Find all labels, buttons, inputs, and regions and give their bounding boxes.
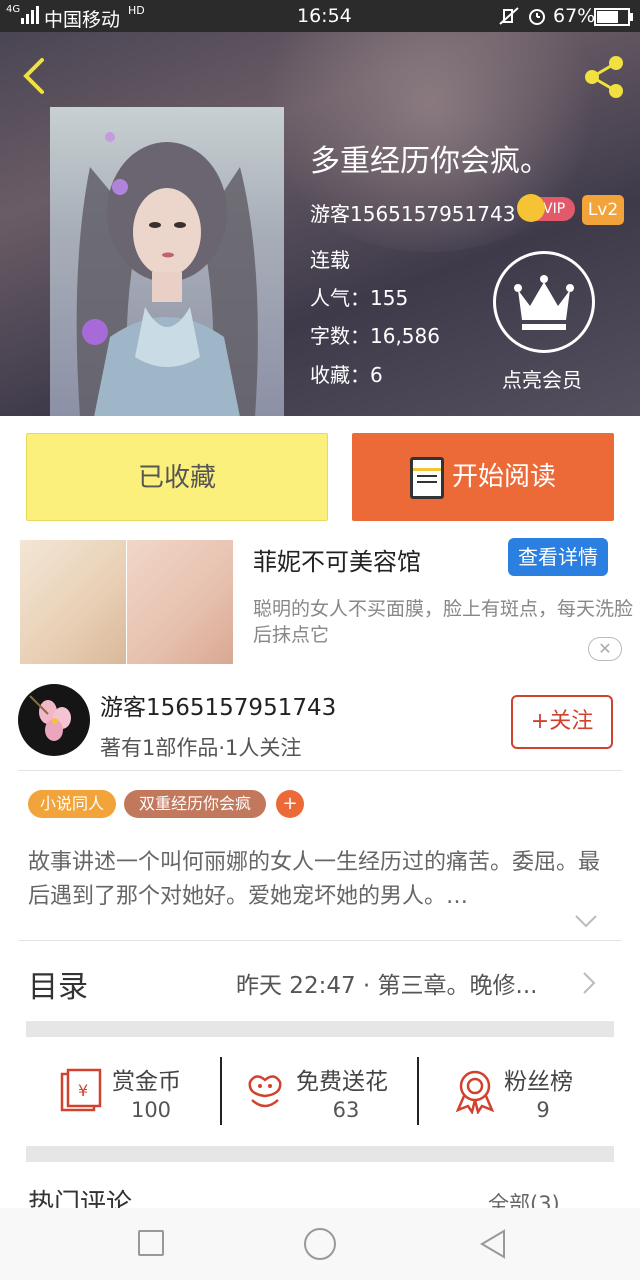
author-stats: 著有1部作品·1人关注 [100,736,302,760]
expand-chevron-icon[interactable] [572,912,600,930]
chevron-right-icon[interactable] [580,970,598,996]
section-separator [26,1146,614,1162]
vip-badge-label: VIP [543,201,566,217]
divider [18,770,622,771]
divider [18,940,622,941]
alarm-icon [527,6,547,31]
divider [417,1057,419,1125]
coin-reward-label[interactable]: 赏金币 [112,1062,181,1096]
tag-category[interactable]: 小说同人 [28,790,116,818]
section-separator [26,1021,614,1037]
home-icon[interactable] [304,1228,336,1260]
book-status: 连载 [310,248,350,272]
coin-reward-value: 100 [130,1098,172,1122]
signal-bars-icon [20,6,40,29]
ad-description[interactable]: 聪明的女人不买面膜，脸上有斑点，每天洗脸后抹点它 [253,596,633,648]
signal-icon: 4G [6,4,21,15]
flower-value: 63 [332,1098,360,1122]
toc-label[interactable]: 目录 [28,962,88,1006]
book-title: 多重经历你会疯。 [310,144,550,179]
avatar[interactable] [18,684,90,756]
fan-ranking-label[interactable]: 粉丝榜 [504,1062,573,1096]
follow-button[interactable]: +关注 [511,695,613,749]
fan-ranking-icon[interactable] [452,1068,498,1116]
add-tag-button[interactable]: + [276,790,304,818]
call-hd-icon: HD [128,4,145,17]
share-icon[interactable] [582,54,628,100]
author-name[interactable]: 游客1565157951743 [100,688,336,722]
fan-ranking-value: 9 [536,1098,550,1122]
start-reading-button[interactable]: 开始阅读 [352,433,614,521]
ad-image-right[interactable] [127,540,233,664]
member-label[interactable]: 点亮会员 [502,364,582,393]
system-nav-bar [0,1208,640,1280]
status-bar: 4G 中国移动 HD 16:54 67% [0,0,640,32]
vip-badge: VIP [517,194,575,222]
book-popularity: 人气：155 [310,286,409,310]
book-word-count: 字数：16,586 [310,324,440,348]
book-author[interactable]: 游客1565157951743 [310,198,515,227]
back-icon[interactable] [18,56,54,96]
mute-icon [498,6,520,31]
book-synopsis[interactable]: 故事讲述一个叫何丽娜的女人一生经历过的痛苦。委屈。最后遇到了那个对她好。爱她宠坏… [28,846,614,914]
book-cover[interactable] [50,107,284,416]
ad-close-button[interactable]: ✕ [588,637,622,661]
svg-text:¥: ¥ [78,1081,88,1100]
coin-reward-icon[interactable]: ¥ [58,1068,104,1114]
tag-book[interactable]: 双重经历你会疯 [124,790,266,818]
flower-icon[interactable] [242,1068,288,1114]
carrier-name: 中国移动 [44,9,121,31]
book-header: 多重经历你会疯。 游客1565157951743 VIP Lv2 连载 人气：1… [0,32,640,416]
toc-latest-chapter[interactable]: 昨天 22:47 · 第三章。晚修... [236,966,537,1000]
back-nav-icon[interactable] [478,1228,508,1260]
divider [220,1057,222,1125]
book-favorites: 收藏：6 [310,363,383,387]
start-reading-label: 开始阅读 [452,462,557,492]
clock: 16:54 [297,5,352,27]
crown-icon [514,275,574,330]
crown-icon [517,194,545,222]
ad-details-button[interactable]: 查看详情 [508,538,608,576]
member-button[interactable] [493,251,595,353]
flower-label[interactable]: 免费送花 [296,1062,388,1096]
recent-apps-icon[interactable] [138,1230,164,1256]
ad-title[interactable]: 菲妮不可美容馆 [253,542,421,577]
book-icon [410,457,444,499]
ad-image-left[interactable] [20,540,126,664]
favorited-button[interactable]: 已收藏 [26,433,328,521]
battery-percent: 67% [553,5,596,27]
battery-icon [594,8,634,31]
level-badge: Lv2 [582,195,624,225]
